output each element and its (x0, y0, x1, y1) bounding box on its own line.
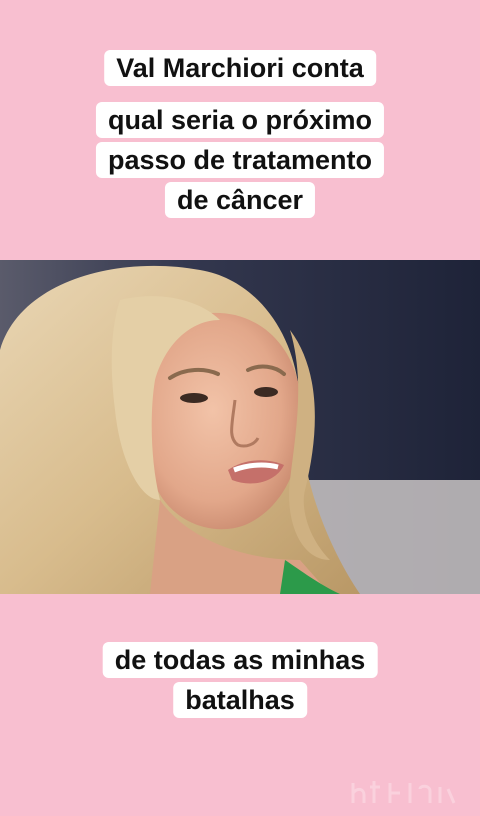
woman-speaking-illustration (0, 260, 480, 594)
bottom-caption-line-2: batalhas (173, 682, 307, 718)
top-caption-line-2: qual seria o próximo (95, 102, 385, 138)
watermark-logo (348, 775, 458, 816)
reel-page: Val Marchiori conta qual seria o próximo… (0, 0, 480, 816)
bottom-caption-line-1: de todas as minhas (102, 642, 378, 678)
top-caption-line-1: Val Marchiori conta (104, 50, 376, 86)
video-frame[interactable] (0, 260, 480, 594)
watermark-icon (351, 781, 456, 804)
top-caption-line-3: passo de tratamento (95, 142, 385, 178)
top-caption-line-4: de câncer (164, 182, 316, 218)
